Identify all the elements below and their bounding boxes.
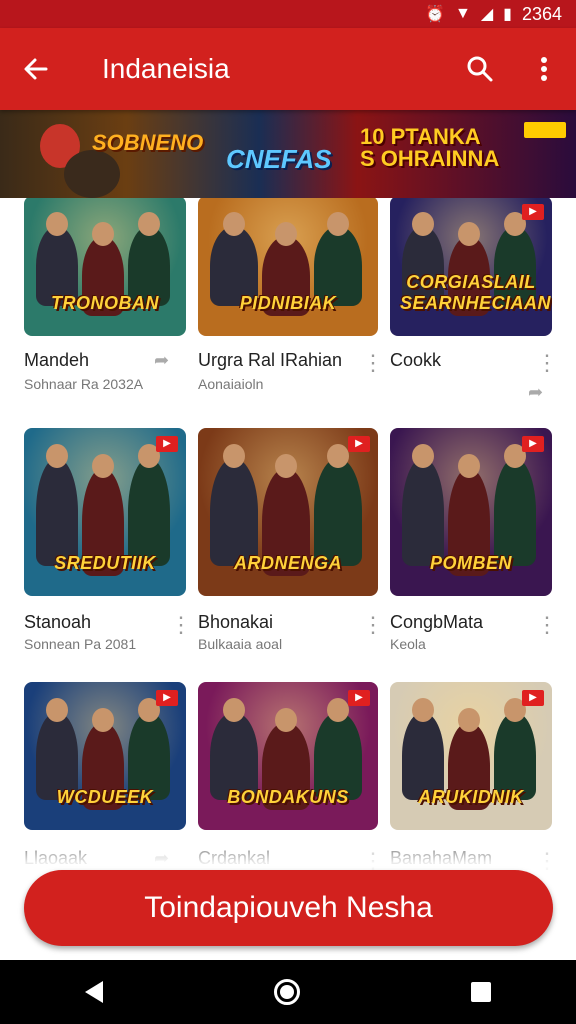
play-badge-icon: ▶ [156, 690, 178, 706]
card-title[interactable]: Urgra Ral IRahian [198, 350, 342, 371]
card-thumbnail[interactable]: TRONOBAN [24, 196, 186, 336]
card-thumbnail-title: TRONOBAN [51, 293, 159, 313]
card-more-icon[interactable]: ⋮ [362, 352, 384, 374]
card-subtitle: Sonnean Pa 2081 [24, 636, 137, 652]
character-head [46, 444, 68, 468]
character-head [458, 454, 480, 478]
banner-figure-image [64, 150, 120, 198]
character-head [327, 212, 349, 236]
character-head [223, 212, 245, 236]
card-title[interactable]: Stanoah [24, 612, 91, 633]
nav-recents-icon[interactable] [470, 982, 491, 1002]
play-badge-icon: ▶ [348, 436, 370, 452]
play-badge-icon: ▶ [156, 436, 178, 452]
card-thumbnail[interactable]: ARDNENGA ▶ [198, 428, 378, 596]
character-head [412, 444, 434, 468]
arrow-left-icon[interactable] [0, 28, 72, 110]
share-icon[interactable]: ➦ [528, 382, 543, 403]
card-thumbnail[interactable]: CORGIASLAIL SEARNHECIAAN ▶ [390, 196, 552, 336]
card-more-icon[interactable]: ⋮ [536, 352, 558, 374]
card-subtitle: Sohnaar Ra 2032A [24, 376, 144, 392]
status-bar: ⏰ ▼ ◢ ▮ 2364 [0, 0, 576, 28]
character-head [458, 222, 480, 246]
character-figure [494, 458, 536, 566]
banner-badge [524, 122, 566, 138]
card-thumbnail-title: POMBEN [429, 553, 512, 573]
card-subtitle: Bulkaaia aoal [198, 636, 283, 652]
page-title: Indaneisia [102, 53, 230, 84]
card-thumbnail[interactable]: ARUKIDNIK ▶ [390, 682, 552, 830]
card-title[interactable]: Bhonakai [198, 612, 273, 633]
play-badge-icon: ▶ [348, 690, 370, 706]
character-head [223, 698, 245, 722]
system-nav-bar [0, 960, 576, 1024]
card-thumbnail-title: WCDUEEK [56, 787, 154, 807]
character-figure [128, 458, 170, 566]
character-head [92, 708, 114, 732]
card-subtitle: Aonaiaioln [198, 376, 264, 392]
card-thumbnail-title: ARDNENGA [233, 553, 342, 573]
character-head [46, 698, 68, 722]
card-thumbnail[interactable]: SREDUTIIK ▶ [24, 428, 186, 596]
primary-action-button[interactable]: Toindapiouveh Nesha [24, 870, 553, 946]
app-bar: Indaneisia [0, 28, 576, 110]
card-more-icon[interactable]: ⋮ [362, 614, 384, 636]
more-vertical-icon[interactable] [512, 28, 576, 110]
character-head [327, 698, 349, 722]
character-head [458, 708, 480, 732]
card-title[interactable]: CongbMata [390, 612, 483, 633]
play-badge-icon: ▶ [522, 436, 544, 452]
card-thumbnail-title: CORGIASLAIL SEARNHECIAAN [400, 272, 552, 313]
character-head [138, 212, 160, 236]
card-subtitle: Keola [390, 636, 426, 652]
card-thumbnail-title: ARUKIDNIK [418, 787, 524, 807]
wifi-icon: ▼ [454, 5, 471, 22]
character-figure [36, 458, 78, 566]
alarm-icon: ⏰ [425, 6, 445, 23]
banner-text-1: SOBNENO [92, 130, 204, 155]
character-head [412, 698, 434, 722]
signal-icon: ◢ [480, 6, 494, 23]
character-head [223, 444, 245, 468]
play-badge-icon: ▶ [522, 690, 544, 706]
card-thumbnail[interactable]: BONDAKUNS ▶ [198, 682, 378, 830]
character-head [275, 222, 297, 246]
character-head [327, 444, 349, 468]
character-head [46, 212, 68, 236]
battery-icon: ▮ [503, 6, 512, 23]
card-thumbnail[interactable]: PIDNIBIAK [198, 196, 378, 336]
promo-banner[interactable]: SOBNENO CNEFAS 10 PTANKA S OHRAINNA [0, 110, 576, 198]
card-thumbnail[interactable]: WCDUEEK ▶ [24, 682, 186, 830]
card-thumbnail-title: PIDNIBIAK [239, 293, 337, 313]
search-icon[interactable] [448, 28, 512, 110]
card-more-icon[interactable]: ⋮ [170, 614, 192, 636]
character-head [275, 454, 297, 478]
card-title[interactable]: Mandeh [24, 350, 89, 371]
character-figure [402, 458, 444, 566]
card-more-icon[interactable]: ⋮ [536, 614, 558, 636]
character-head [92, 222, 114, 246]
character-figure [210, 458, 258, 566]
card-thumbnail-title: BONDAKUNS [227, 787, 349, 807]
status-time: 2364 [521, 3, 562, 24]
card-title[interactable]: Cookk [390, 350, 441, 371]
nav-back-icon[interactable] [85, 981, 104, 1003]
character-figure [314, 458, 362, 566]
character-head [92, 454, 114, 478]
banner-text-3: 10 PTANKA S OHRAINNA [360, 124, 500, 171]
play-badge-icon: ▶ [522, 204, 544, 220]
character-head [275, 708, 297, 732]
character-head [412, 212, 434, 236]
card-thumbnail[interactable]: POMBEN ▶ [390, 428, 552, 596]
share-icon[interactable]: ➦ [154, 350, 169, 371]
nav-home-icon[interactable] [273, 979, 300, 1005]
banner-text-2: CNEFAS [226, 144, 332, 174]
card-thumbnail-title: SREDUTIIK [54, 553, 156, 573]
